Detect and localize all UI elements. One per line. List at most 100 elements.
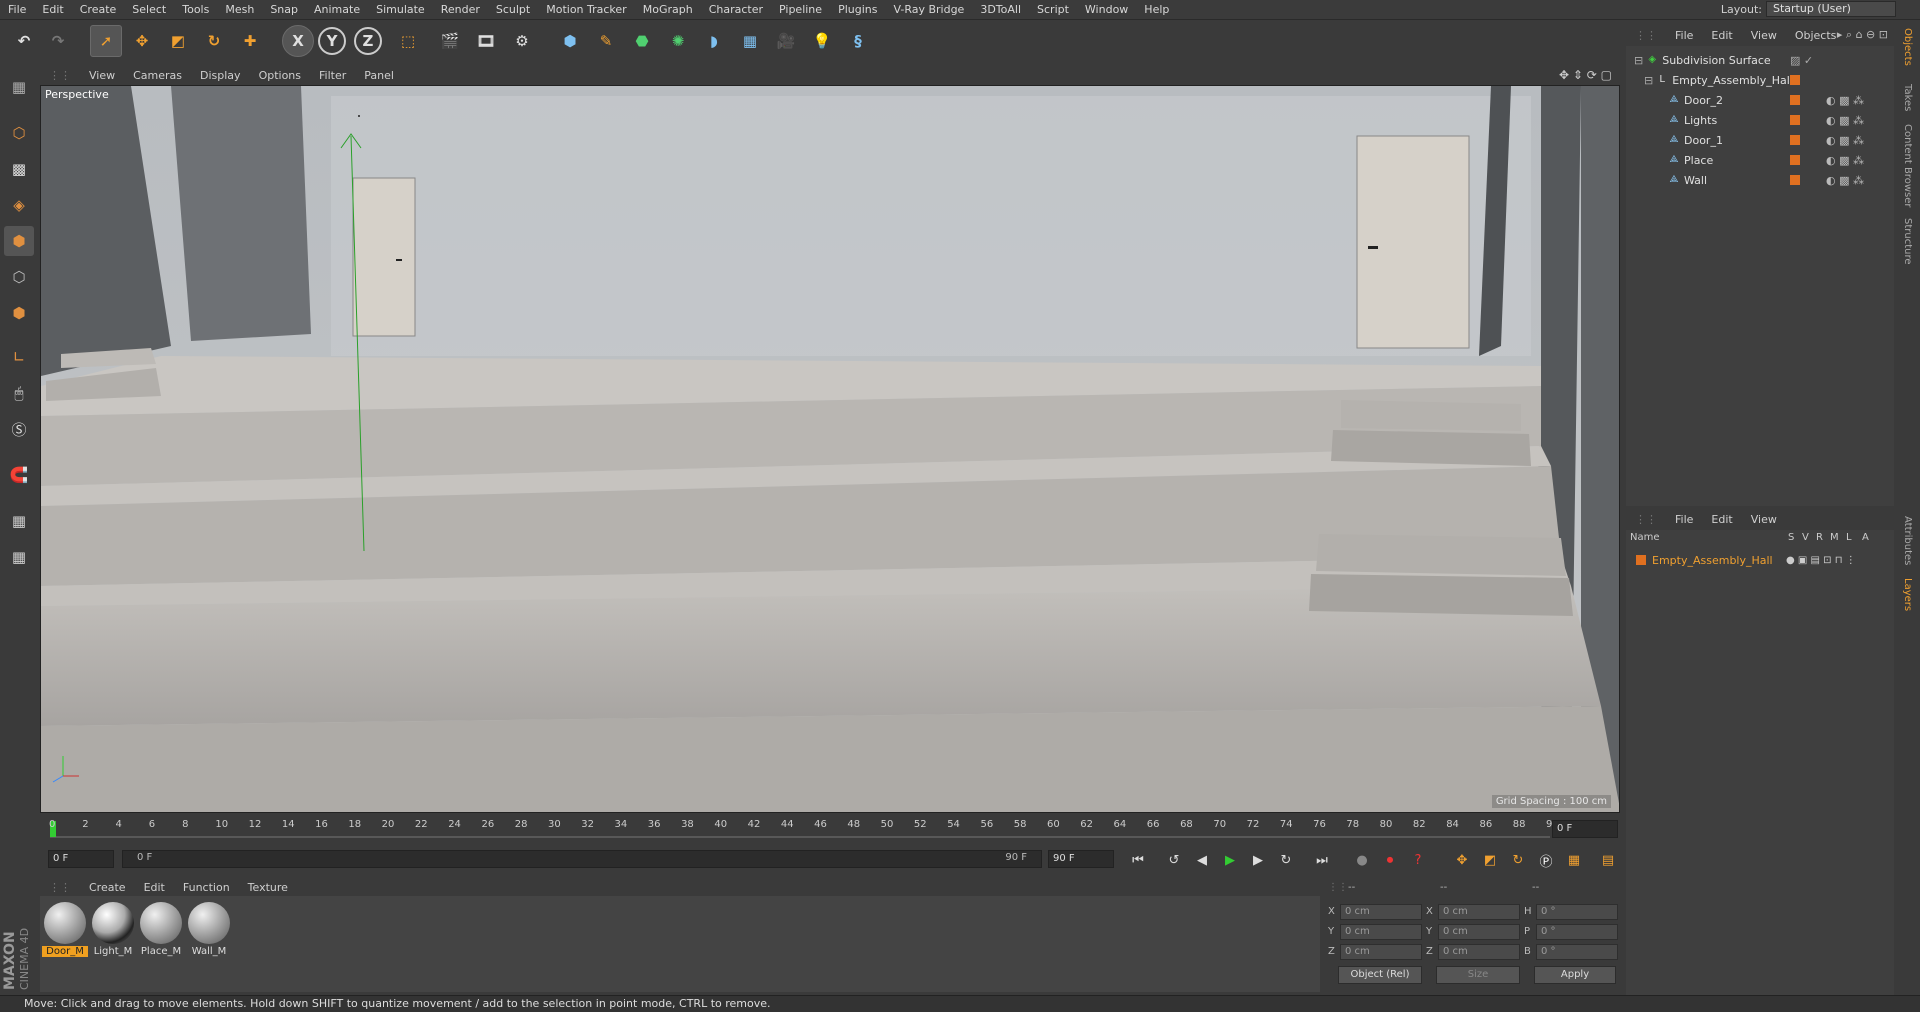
rotate-icon[interactable]: ↻ [198, 25, 230, 57]
go-to-start-icon[interactable]: ⏮ [1126, 850, 1150, 870]
objects-menu-view[interactable]: View [1742, 29, 1786, 42]
tag-icons[interactable]: ◐ ▩ ⁂ [1826, 154, 1864, 167]
key-scale-icon[interactable]: ◩ [1478, 850, 1502, 870]
next-key-icon[interactable]: ↻ [1274, 850, 1298, 870]
menu-snap[interactable]: Snap [262, 3, 306, 16]
side-tab-objects[interactable]: Objects [1902, 28, 1913, 66]
object-row[interactable]: ⟁ Door_2 ◐ ▩ ⁂ [1626, 90, 1894, 110]
tweak-icon[interactable]: 🖱 [4, 378, 34, 408]
apply-button[interactable]: Apply [1534, 966, 1616, 984]
menu-3dtoall[interactable]: 3DToAll [972, 3, 1029, 16]
tag-icons[interactable]: ◐ ▩ ⁂ [1826, 114, 1864, 127]
position-y-field[interactable]: 0 cm [1340, 924, 1422, 940]
position-z-field[interactable]: 0 cm [1340, 944, 1422, 960]
go-to-end-icon[interactable]: ⏭ [1310, 850, 1334, 870]
menu-select[interactable]: Select [124, 3, 174, 16]
edit-render-settings-icon[interactable]: ⚙ [506, 25, 538, 57]
snap-icon[interactable]: Ⓢ [4, 414, 34, 444]
material-menu-texture[interactable]: Texture [239, 881, 297, 894]
object-row[interactable]: ⟁ Wall ◐ ▩ ⁂ [1626, 170, 1894, 190]
tag-icons[interactable]: ◐ ▩ ⁂ [1826, 94, 1864, 107]
menu-mesh[interactable]: Mesh [217, 3, 262, 16]
objects-menu-file[interactable]: File [1666, 29, 1702, 42]
points-mode-icon[interactable]: ⬢ [4, 226, 34, 256]
menu-plugins[interactable]: Plugins [830, 3, 885, 16]
edges-mode-icon[interactable]: ⬡ [4, 262, 34, 292]
model-mode-icon[interactable]: ⬡ [4, 118, 34, 148]
undo-icon[interactable]: ↶ [8, 25, 40, 57]
material-place-m[interactable]: Place_M [138, 902, 184, 957]
polygons-mode-icon[interactable]: ⬢ [4, 298, 34, 328]
menu-window[interactable]: Window [1077, 3, 1136, 16]
position-x-field[interactable]: 0 cm [1340, 904, 1422, 920]
menu-animate[interactable]: Animate [306, 3, 368, 16]
play-icon[interactable]: ▶ [1218, 850, 1242, 870]
rotation-p-field[interactable]: 0 ° [1536, 924, 1618, 940]
key-param-icon[interactable]: Ⓟ [1534, 850, 1558, 870]
start-frame-field[interactable]: 0 F [48, 850, 114, 868]
object-row[interactable]: ⟁ Lights ◐ ▩ ⁂ [1626, 110, 1894, 130]
object-row[interactable]: ⟁ Door_1 ◐ ▩ ⁂ [1626, 130, 1894, 150]
layer-row[interactable]: Empty_Assembly_Hall ● ▣ ▤ ⊡ ⊓ ⋮ [1626, 550, 1894, 570]
collapse-icon[interactable]: ⊟ [1634, 54, 1643, 67]
object-row[interactable]: ⟁ Place ◐ ▩ ⁂ [1626, 150, 1894, 170]
visibility-toggles[interactable]: ▨ ✓ [1790, 54, 1813, 67]
menu-pipeline[interactable]: Pipeline [771, 3, 830, 16]
previous-key-icon[interactable]: ↺ [1162, 850, 1186, 870]
locked-workplane-icon[interactable]: ▦ [4, 542, 34, 572]
viewport-menu-display[interactable]: Display [191, 69, 250, 82]
size-z-field[interactable]: 0 cm [1438, 944, 1520, 960]
array-icon[interactable]: ✺ [662, 25, 694, 57]
record-active-icon[interactable]: ⏺ [1378, 850, 1402, 870]
menu-edit[interactable]: Edit [34, 3, 71, 16]
current-frame-field[interactable]: 0 F [1552, 820, 1618, 838]
layers-menu-file[interactable]: File [1666, 513, 1702, 526]
3d-viewport[interactable]: Perspective Grid Spacing : 100 cm [40, 85, 1620, 813]
menu-mograph[interactable]: MoGraph [635, 3, 701, 16]
viewport-menu-cameras[interactable]: Cameras [124, 69, 191, 82]
viewport-nav-icons[interactable]: ✥ ⇕ ⟳ ▢ [1559, 68, 1612, 82]
menu-file[interactable]: File [0, 3, 34, 16]
render-view-icon[interactable]: 🎬 [434, 25, 466, 57]
render-picture-viewer-icon[interactable]: 🎞 [470, 25, 502, 57]
viewport-menu-view[interactable]: View [80, 69, 124, 82]
cube-icon[interactable]: ⬢ [554, 25, 586, 57]
layer-color-swatch[interactable] [1636, 555, 1646, 565]
side-tab-takes[interactable]: Takes [1902, 84, 1913, 111]
python-icon[interactable]: § [842, 25, 874, 57]
size-y-field[interactable]: 0 cm [1438, 924, 1520, 940]
timeline-ruler[interactable]: 0 2 4 6 8 10 12 14 16 18 20 22 24 26 28 30 32 34 36 38 40 42 4… [40, 815, 1620, 845]
layer-toggle-icons[interactable]: ● ▣ ▤ ⊡ ⊓ ⋮ [1786, 555, 1856, 566]
magnet-icon[interactable]: 🧲 [4, 460, 34, 490]
menu-motion-tracker[interactable]: Motion Tracker [538, 3, 634, 16]
side-tab-content-browser[interactable]: Content Browser [1902, 124, 1913, 207]
material-menu-create[interactable]: Create [80, 881, 135, 894]
timeline-layout-icon[interactable]: ▤ [1596, 850, 1620, 870]
side-tab-layers[interactable]: Layers [1902, 578, 1913, 611]
key-position-icon[interactable]: ✥ [1450, 850, 1474, 870]
viewport-menu-filter[interactable]: Filter [310, 69, 355, 82]
menu-tools[interactable]: Tools [174, 3, 217, 16]
texture-mode-icon[interactable]: ▩ [4, 154, 34, 184]
layers-menu-view[interactable]: View [1742, 513, 1786, 526]
rotation-h-field[interactable]: 0 ° [1536, 904, 1618, 920]
object-row[interactable]: ⊟ ◈ Subdivision Surface ▨ ✓ [1626, 50, 1894, 70]
objects-menu-edit[interactable]: Edit [1702, 29, 1741, 42]
menu-vray-bridge[interactable]: V-Ray Bridge [885, 3, 972, 16]
z-axis-icon[interactable]: Z [354, 27, 382, 55]
menu-simulate[interactable]: Simulate [368, 3, 433, 16]
menu-render[interactable]: Render [433, 3, 488, 16]
previous-frame-icon[interactable]: ◀ [1190, 850, 1214, 870]
preview-range-slider[interactable]: 0 F 90 F [122, 850, 1042, 868]
light-icon[interactable]: 💡 [806, 25, 838, 57]
material-wall-m[interactable]: Wall_M [186, 902, 232, 957]
side-tab-structure[interactable]: Structure [1902, 218, 1913, 265]
viewport-menu-panel[interactable]: Panel [355, 69, 403, 82]
make-editable-icon[interactable]: ▦ [4, 72, 34, 102]
move-icon[interactable]: ✥ [126, 25, 158, 57]
y-axis-icon[interactable]: Y [318, 27, 346, 55]
x-axis-icon[interactable]: X [282, 25, 314, 57]
menu-sculpt[interactable]: Sculpt [488, 3, 538, 16]
key-pla-icon[interactable]: ▦ [1562, 850, 1586, 870]
pen-icon[interactable]: ✎ [590, 25, 622, 57]
